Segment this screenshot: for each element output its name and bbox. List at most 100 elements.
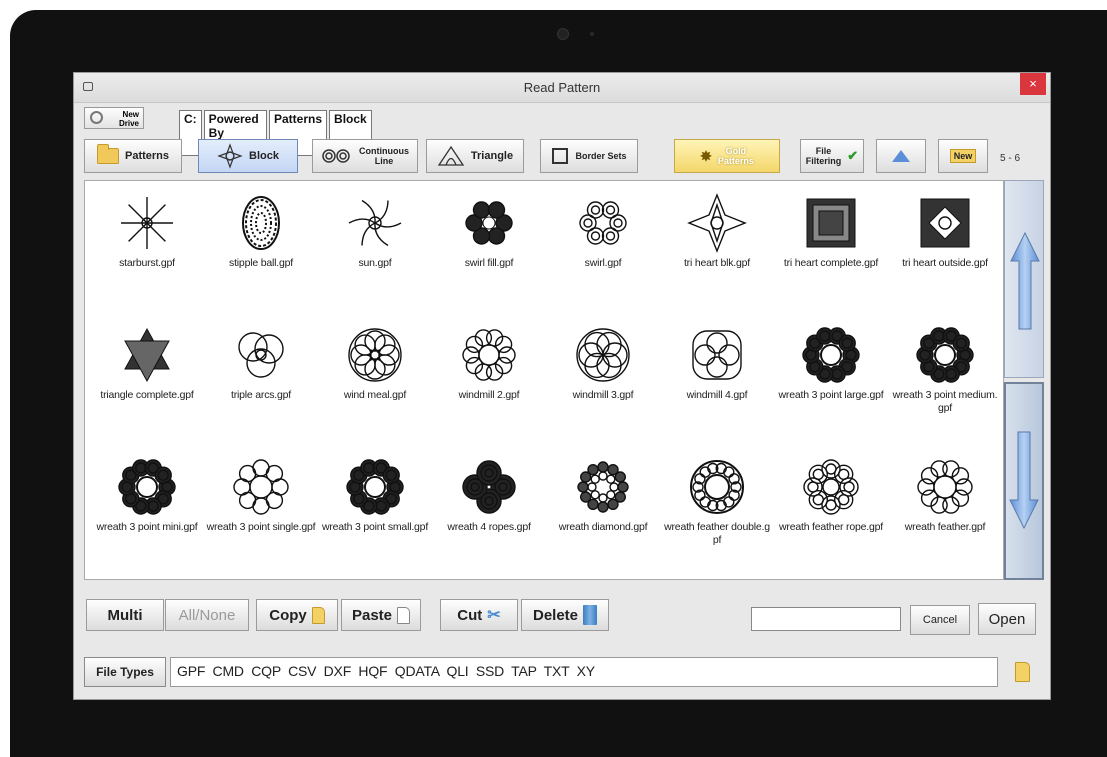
pattern-thumbnail-icon	[89, 193, 205, 253]
pattern-file-name: tri heart outside.gpf	[902, 257, 988, 269]
pattern-file-item[interactable]: tri heart complete.gpf	[773, 185, 889, 319]
copy-icon	[311, 606, 325, 624]
cancel-button[interactable]: Cancel	[910, 605, 970, 635]
scroll-up-button[interactable]	[1004, 180, 1044, 378]
pattern-file-item[interactable]: triple arcs.gpf	[203, 317, 319, 451]
grid-scrollbar	[1004, 180, 1044, 584]
pattern-file-name: wreath 3 point large.gpf	[778, 389, 884, 401]
border-sets-button[interactable]: Border Sets	[540, 139, 638, 173]
pattern-thumbnail-icon	[659, 325, 775, 385]
pattern-thumbnail-icon	[887, 457, 1003, 517]
file-types-list: GPF CMD CQP CSV DXF HQF QDATA QLI SSD TA…	[170, 657, 998, 687]
pattern-thumbnail-icon	[89, 325, 205, 385]
pattern-file-item[interactable]: wreath 3 point mini.gpf	[89, 449, 205, 583]
triangle-icon	[437, 145, 465, 166]
block-button[interactable]: Block	[198, 139, 298, 173]
scroll-down-arrow-icon	[1009, 431, 1039, 530]
pattern-thumbnail-icon	[545, 325, 661, 385]
gold-label-1: Gold	[725, 146, 747, 156]
pattern-file-name: wreath 3 point single.gpf	[206, 521, 316, 533]
pattern-file-item[interactable]: wreath diamond.gpf	[545, 449, 661, 583]
pattern-file-item[interactable]: windmill 2.gpf	[431, 317, 547, 451]
pattern-thumbnail-icon	[773, 325, 889, 385]
triangle-button[interactable]: Triangle	[426, 139, 524, 173]
border-sets-label: Border Sets	[575, 151, 627, 161]
window-title: Read Pattern	[523, 80, 601, 95]
pattern-file-item[interactable]: triangle complete.gpf	[89, 317, 205, 451]
pattern-file-item[interactable]: wreath 3 point large.gpf	[773, 317, 889, 451]
pattern-thumbnail-icon	[203, 193, 319, 253]
delete-label: Delete	[532, 606, 579, 624]
pattern-thumbnail-icon	[431, 457, 547, 517]
pattern-file-name: wreath diamond.gpf	[558, 521, 648, 533]
pattern-file-name: wreath feather rope.gpf	[779, 521, 883, 533]
pattern-thumbnail-icon	[773, 457, 889, 517]
pattern-file-name: triple arcs.gpf	[230, 389, 292, 401]
gold-label-2: Patterns	[717, 156, 754, 166]
file-filtering-button[interactable]: File Filtering ✔	[800, 139, 864, 173]
pattern-file-item[interactable]: wreath 3 point single.gpf	[203, 449, 319, 583]
pattern-file-item[interactable]: wreath feather.gpf	[887, 449, 1003, 583]
all-none-label: All/None	[178, 606, 236, 624]
cut-button[interactable]: Cut ✂	[440, 599, 518, 631]
file-types-doc-button[interactable]	[1008, 657, 1036, 687]
open-button[interactable]: Open	[978, 603, 1036, 635]
pattern-file-name: wind meal.gpf	[343, 389, 407, 401]
pattern-file-name: windmill 3.gpf	[572, 389, 634, 401]
pattern-file-name: wreath 4 ropes.gpf	[447, 521, 531, 533]
pattern-file-item[interactable]: wreath feather double.gpf	[659, 449, 775, 583]
pattern-file-name: wreath feather double.gpf	[664, 521, 770, 546]
pattern-grid: starburst.gpf stipple ball.gpf sun.gpf swir…	[84, 180, 1004, 580]
pattern-file-item[interactable]: swirl fill.gpf	[431, 185, 547, 319]
multi-select-button[interactable]: Multi	[86, 599, 164, 631]
new-folder-button[interactable]: New	[938, 139, 988, 173]
paste-button[interactable]: Paste	[341, 599, 421, 631]
pattern-file-item[interactable]: stipple ball.gpf	[203, 185, 319, 319]
sparkle-icon: ✸	[700, 147, 712, 164]
magnifier-icon	[90, 111, 103, 124]
delete-button[interactable]: Delete	[521, 599, 609, 631]
pattern-file-item[interactable]: wreath 3 point small.gpf	[317, 449, 433, 583]
file-types-button[interactable]: File Types	[84, 657, 166, 687]
pattern-thumbnail-icon	[659, 193, 775, 253]
new-label: New	[949, 149, 977, 163]
pattern-file-item[interactable]: windmill 3.gpf	[545, 317, 661, 451]
scroll-up-arrow-icon	[1010, 231, 1040, 330]
pattern-file-name: starburst.gpf	[119, 257, 175, 269]
new-drive-button[interactable]: New Drive	[84, 107, 144, 129]
continuous-line-button[interactable]: Continuous Line	[312, 139, 418, 173]
pattern-file-name: wreath 3 point medium.gpf	[892, 389, 998, 414]
up-folder-button[interactable]	[876, 139, 926, 173]
folder-icon	[96, 144, 119, 164]
pattern-file-name: tri heart blk.gpf	[683, 257, 751, 269]
pattern-thumbnail-icon	[887, 325, 1003, 385]
title-bar: Read Pattern ×	[74, 73, 1050, 103]
close-button[interactable]: ×	[1020, 73, 1046, 95]
copy-button[interactable]: Copy	[256, 599, 338, 631]
pattern-file-item[interactable]: swirl.gpf	[545, 185, 661, 319]
filename-input[interactable]	[751, 607, 901, 631]
pattern-file-item[interactable]: tri heart blk.gpf	[659, 185, 775, 319]
copy-label: Copy	[269, 606, 307, 624]
continuous-label-1: Continuous	[359, 146, 409, 156]
pattern-file-item[interactable]: sun.gpf	[317, 185, 433, 319]
patterns-label: Patterns	[124, 150, 170, 162]
pattern-file-name: swirl.gpf	[584, 257, 622, 269]
pattern-file-item[interactable]: starburst.gpf	[89, 185, 205, 319]
pattern-file-item[interactable]: windmill 4.gpf	[659, 317, 775, 451]
pattern-file-name: windmill 2.gpf	[458, 389, 520, 401]
all-none-button[interactable]: All/None	[165, 599, 249, 631]
pattern-file-name: stipple ball.gpf	[229, 257, 293, 269]
pattern-file-item[interactable]: wind meal.gpf	[317, 317, 433, 451]
scroll-down-button[interactable]	[1004, 382, 1044, 580]
pattern-file-item[interactable]: wreath 3 point medium.gpf	[887, 317, 1003, 451]
gold-patterns-button[interactable]: ✸ Gold Patterns	[674, 139, 780, 173]
filtering-label-1: File	[815, 146, 832, 156]
continuous-label-2: Line	[374, 156, 394, 166]
multi-label: Multi	[107, 606, 143, 624]
continuous-line-icon	[322, 149, 350, 163]
pattern-file-item[interactable]: tri heart outside.gpf	[887, 185, 1003, 319]
patterns-button[interactable]: Patterns	[84, 139, 182, 173]
pattern-file-item[interactable]: wreath feather rope.gpf	[773, 449, 889, 583]
pattern-file-item[interactable]: wreath 4 ropes.gpf	[431, 449, 547, 583]
